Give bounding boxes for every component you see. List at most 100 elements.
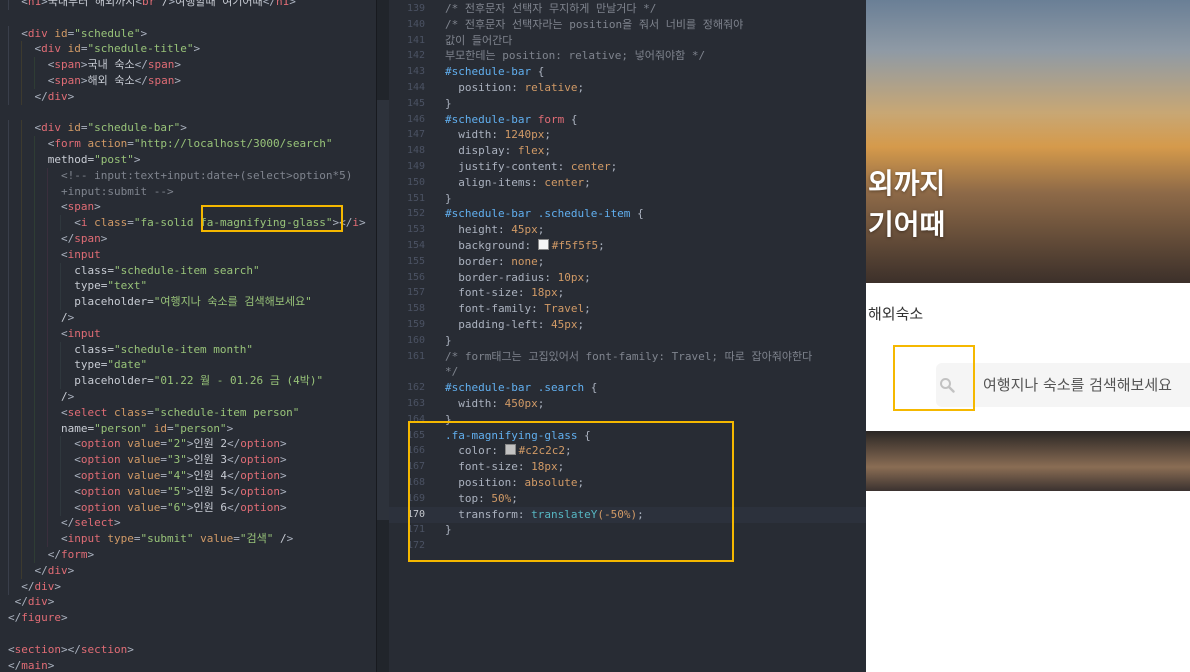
- css-code-text: #schedule-bar form {: [445, 112, 578, 126]
- html-code-line[interactable]: <option value="6">인원 6</option>: [0, 499, 376, 516]
- html-code-line[interactable]: <select class="schedule-item person": [0, 404, 376, 421]
- vertical-scrollbar[interactable]: [377, 100, 389, 520]
- css-code-text: position: relative;: [458, 81, 585, 94]
- html-code-line[interactable]: <!-- input:text+input:date+(select>optio…: [0, 167, 376, 184]
- html-code-line[interactable]: </div>: [0, 578, 376, 595]
- css-code-text: 값이 들어간다: [445, 33, 513, 47]
- html-code-line[interactable]: </main>: [0, 658, 376, 672]
- html-code-text: </span>: [60, 232, 108, 245]
- css-code-text: /* 전후문자 선택자라는 position을 줘서 너비를 정해줘야: [445, 17, 744, 31]
- html-code-text: class="schedule-item month": [8, 342, 254, 356]
- html-code-line[interactable]: placeholder="여행지나 숙소를 검색해보세요": [0, 294, 376, 311]
- html-code-line[interactable]: />: [0, 310, 376, 326]
- html-code-line[interactable]: <h1>국내부터 해외까지<br />여행할때 여기어때</h1>: [0, 0, 376, 10]
- browser-preview: 외까지 기어때 해외숙소 여행지나 숙소를 검색해보세요: [866, 0, 1190, 672]
- css-code-line[interactable]: 156 border-radius: 10px;: [389, 270, 866, 286]
- css-code-line[interactable]: 151}: [389, 191, 866, 207]
- line-number: 139: [406, 3, 425, 14]
- html-code-line[interactable]: <span>국내 숙소</span>: [0, 57, 376, 74]
- html-code-line[interactable]: <input: [0, 246, 376, 263]
- html-code-line[interactable]: class="schedule-item search": [0, 262, 376, 279]
- css-code-line[interactable]: 139 /* 전후문자 선택자 무지하게 만날거다 */: [389, 1, 866, 17]
- html-code-line[interactable]: [0, 626, 376, 642]
- html-code-line[interactable]: </span>: [0, 231, 376, 247]
- html-code-line[interactable]: </div>: [0, 594, 376, 610]
- editor-divider[interactable]: [376, 0, 389, 672]
- html-code-line[interactable]: </div>: [0, 88, 376, 105]
- html-code-line[interactable]: <form action="http://localhost/3000/sear…: [0, 136, 376, 153]
- html-code-line[interactable]: <option value="3">인원 3</option>: [0, 452, 376, 469]
- html-code-text: <div id="schedule-bar">: [34, 121, 187, 135]
- css-code-line[interactable]: 141 값이 들어간다: [389, 33, 866, 49]
- html-code-line[interactable]: <div id="schedule-bar">: [0, 120, 376, 137]
- html-code-line[interactable]: <option value="5">인원 5</option>: [0, 483, 376, 500]
- css-code-text: align-items: center;: [458, 175, 591, 189]
- line-number: 144: [406, 82, 425, 93]
- css-code-line[interactable]: 142 부모한테는 position: relative; 넣어줘야함 */: [389, 48, 866, 64]
- html-code-line[interactable]: type="date": [0, 357, 376, 374]
- css-code-line[interactable]: 146 #schedule-bar form {: [389, 112, 866, 128]
- html-code-text: name="person" id="person">: [8, 421, 234, 435]
- html-editor[interactable]: <h1>국내부터 해외까지<br />여행할때 여기어때</h1> <div i…: [0, 0, 376, 672]
- html-code-line[interactable]: <option value="4">인원 4</option>: [0, 468, 376, 484]
- css-code-line[interactable]: 158 font-family: Travel;: [389, 301, 866, 317]
- html-code-line[interactable]: <section></section>: [0, 642, 376, 658]
- css-editor[interactable]: 139 /* 전후문자 선택자 무지하게 만날거다 */ 140 /* 전후문자 선택…: [389, 0, 866, 672]
- css-code-text: }: [445, 191, 452, 205]
- html-code-text: <form action="http://localhost/3000/sear…: [47, 137, 333, 151]
- html-code-line[interactable]: [0, 10, 376, 26]
- html-code-line[interactable]: />: [0, 389, 376, 405]
- html-code-line[interactable]: <option value="2">인원 2</option>: [0, 436, 376, 453]
- html-code-line[interactable]: placeholder="01.22 월 - 01.26 금 (4박)": [0, 373, 376, 390]
- css-code-line[interactable]: 161 /* form태그는 고집있어서 font-family: Travel;…: [389, 349, 866, 365]
- html-code-line[interactable]: <div id="schedule">: [0, 25, 376, 42]
- html-code-line[interactable]: <div id="schedule-title">: [0, 41, 376, 58]
- line-number: 147: [406, 129, 425, 141]
- html-code-line[interactable]: </form>: [0, 547, 376, 563]
- css-code-line[interactable]: */: [389, 364, 866, 380]
- html-code-line[interactable]: [0, 105, 376, 121]
- html-code-line[interactable]: type="text": [0, 278, 376, 295]
- css-code-line[interactable]: 153 height: 45px;: [389, 222, 866, 238]
- css-code-text: width: 450px;: [458, 397, 545, 410]
- html-code-text: <section></section>: [8, 642, 134, 656]
- css-code-line[interactable]: 162 #schedule-bar .search {: [389, 380, 866, 396]
- css-code-line[interactable]: 152 #schedule-bar .schedule-item {: [389, 206, 866, 222]
- css-code-line[interactable]: 163 width: 450px;: [389, 396, 866, 412]
- html-code-text: type="date": [8, 358, 148, 372]
- html-code-text: placeholder="여행지나 숙소를 검색해보세요": [8, 295, 312, 309]
- css-code-line[interactable]: 159 padding-left: 45px;: [389, 317, 866, 333]
- html-code-line[interactable]: +input:submit -->: [0, 183, 376, 200]
- css-code-line[interactable]: 147 width: 1240px;: [389, 127, 866, 143]
- html-code-line[interactable]: method="post">: [0, 152, 376, 168]
- line-number: 162: [406, 382, 425, 394]
- html-code-line[interactable]: class="schedule-item month": [0, 341, 376, 358]
- html-code-text: <h1>국내부터 해외까지<br />여행할때 여기어때</h1>: [21, 0, 296, 8]
- css-code-line[interactable]: 157 font-size: 18px;: [389, 285, 866, 301]
- css-code-line[interactable]: 140 /* 전후문자 선택자라는 position을 줘서 너비를 정해줘야: [389, 17, 866, 33]
- html-code-line[interactable]: </div>: [0, 562, 376, 579]
- css-code-line[interactable]: 148 display: flex;: [389, 143, 866, 159]
- css-code-line[interactable]: 160}: [389, 333, 866, 349]
- html-code-text: placeholder="01.22 월 - 01.26 금 (4박)": [8, 374, 324, 388]
- css-code-text: height: 45px;: [458, 223, 545, 237]
- html-code-line[interactable]: <input type="submit" value="검색" />: [0, 531, 376, 548]
- html-code-line[interactable]: name="person" id="person">: [0, 420, 376, 437]
- line-number: 157: [406, 287, 425, 299]
- css-code-line[interactable]: 154 background: #f5f5f5;: [389, 238, 866, 254]
- html-code-line[interactable]: <input: [0, 325, 376, 342]
- css-code-text: justify-content: center;: [458, 160, 618, 173]
- html-code-line[interactable]: </figure>: [0, 610, 376, 626]
- css-code-line[interactable]: 150 align-items: center;: [389, 175, 866, 191]
- css-code-line[interactable]: 149 justify-content: center;: [389, 159, 866, 175]
- html-code-text: />: [8, 311, 75, 324]
- html-code-text: <input: [60, 326, 101, 340]
- css-code-line[interactable]: 155 border: none;: [389, 254, 866, 270]
- html-code-text: <!-- input:text+input:date+(select>optio…: [8, 168, 353, 182]
- css-code-line[interactable]: 143 #schedule-bar {: [389, 64, 866, 80]
- html-code-line[interactable]: <span>해외 숙소</span>: [0, 73, 376, 89]
- html-code-line[interactable]: </select>: [0, 515, 376, 532]
- css-code-line[interactable]: 144 position: relative;: [389, 80, 866, 96]
- css-code-line[interactable]: 145}: [389, 96, 866, 112]
- tab-overseas-lodging[interactable]: 해외숙소: [868, 303, 923, 324]
